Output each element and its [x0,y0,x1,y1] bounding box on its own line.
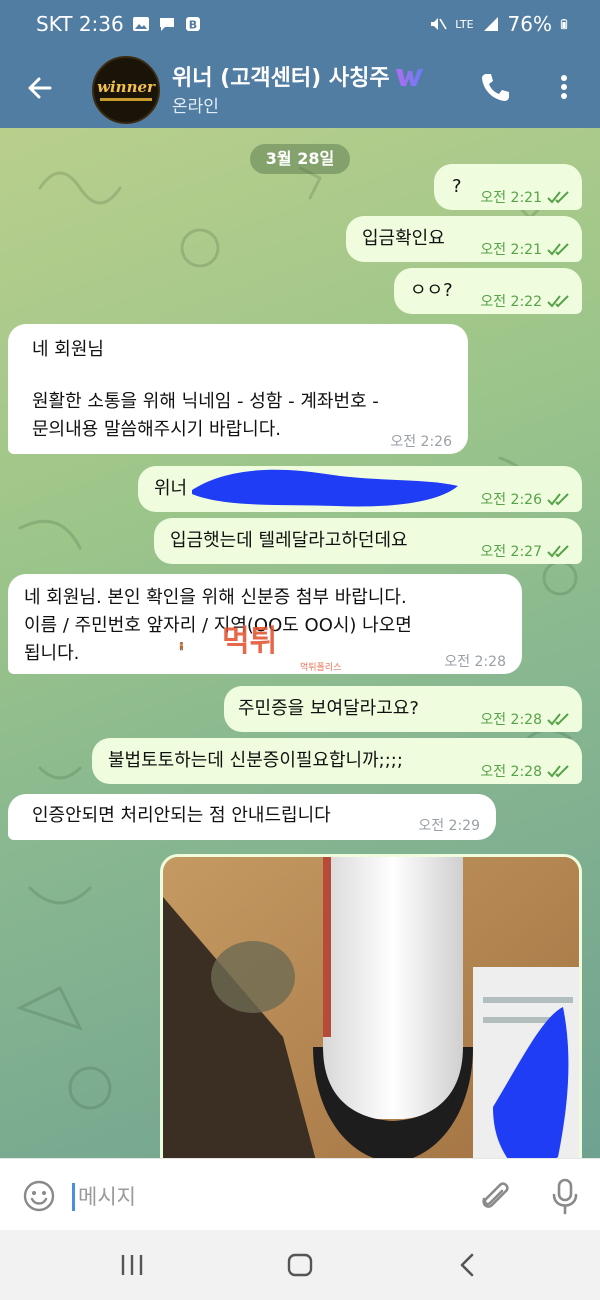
w-badge-icon [395,69,423,86]
message-line: 네 회원님. 본인 확인을 위해 신분증 첨부 바랍니다. [24,587,407,608]
svg-text:B: B [189,19,197,32]
online-status: 온라인 [172,97,219,117]
message-icon [159,18,174,31]
message-time: 오전 2:28 [480,706,572,734]
phone-icon[interactable] [478,70,512,104]
message-text: 위너 [154,478,188,499]
message-in[interactable]: 네 회원님 원활한 소통을 위해 닉네임 - 성함 - 계좌번호 - 문의내용 … [8,324,468,454]
status-time: SKT 2:36 [36,12,124,36]
double-check-icon [547,243,569,256]
status-bar: SKT 2:36 B LTE 76% [0,0,600,48]
chat-title-text: 위너 (고객센터) 사칭주 [172,66,390,91]
message-line: 됩니다. [24,643,80,664]
message-time-text: 오전 2:28 [480,712,542,728]
message-text: 불법토토하는데 신분증이필요합니까;;;; [108,750,403,771]
recent-apps-icon[interactable] [118,1252,146,1278]
redaction-scribble [192,469,458,507]
message-line: 원활한 소통을 위해 닉네임 - 성함 - 계좌번호 - [32,391,379,412]
double-check-icon [547,295,569,308]
message-time-text: 오전 2:21 [480,190,542,206]
message-time: 오전 2:21 [480,236,572,264]
avatar-logo: winner [97,78,155,96]
message-line: 네 회원님 [32,339,104,360]
message-input-bar: 메시지 [0,1158,600,1231]
double-check-icon [547,713,569,726]
microphone-icon[interactable] [548,1177,582,1215]
watermark-character-icon [179,642,184,651]
message-text: 입금햇는데 텔레달라고하던데요 [170,530,408,551]
date-chip: 3월 28일 [250,144,350,174]
message-out[interactable]: 입금햇는데 텔레달라고하던데요 오전 2:27 [154,518,582,564]
message-time: 오전 2:28 [444,654,506,670]
battery-icon [560,19,568,30]
home-icon[interactable] [286,1250,314,1280]
avatar[interactable]: winner [92,56,160,124]
message-out[interactable]: 주민증을 보여달라고요? 오전 2:28 [224,686,582,732]
avatar-underline [100,98,152,101]
double-check-icon [547,765,569,778]
message-out[interactable]: ㅇㅇ? 오전 2:22 [394,268,582,314]
emoji-icon[interactable] [22,1179,56,1213]
message-out[interactable]: 입금확인요 오전 2:21 [346,216,582,262]
double-check-icon [547,545,569,558]
message-time: 오전 2:22 [480,288,572,316]
message-text: 인증안되면 처리안되는 점 안내드립니다 [32,805,331,826]
double-check-icon [547,493,569,506]
message-text: 입금확인요 [362,228,445,249]
back-arrow-icon[interactable] [22,70,58,106]
message-time-text: 오전 2:28 [480,764,542,780]
network-label: LTE [455,17,474,31]
watermark-subtext: 먹튀폴리스 [300,663,342,673]
message-text: ? [452,176,462,197]
message-time: 오전 2:29 [418,818,480,834]
mute-icon [431,18,447,30]
more-options-icon[interactable] [552,70,576,104]
message-time: 오전 2:27 [480,538,572,566]
gallery-icon [132,17,149,31]
message-time-text: 오전 2:27 [480,544,542,560]
signal-icon [483,17,498,31]
message-time: 오전 2:26 [480,486,572,514]
message-time: 오전 2:26 [390,434,452,450]
message-time-text: 오전 2:22 [480,294,542,310]
message-out[interactable]: 불법토토하는데 신분증이필요합니까;;;; 오전 2:28 [92,738,582,784]
nav-back-icon[interactable] [454,1250,482,1280]
system-nav-bar [0,1230,600,1300]
message-in[interactable]: 인증안되면 처리안되는 점 안내드립니다 오전 2:29 [8,794,496,840]
double-check-icon [547,191,569,204]
chat-title[interactable]: 위너 (고객센터) 사칭주 [172,60,424,92]
photo-content [163,857,579,1158]
message-line: 문의내용 말씀해주시기 바랍니다. [32,419,282,440]
message-input[interactable]: 메시지 [78,1181,136,1211]
attach-icon[interactable] [478,1177,512,1215]
text-cursor [72,1183,75,1211]
message-text: ㅇㅇ? [410,280,453,301]
message-time-text: 오전 2:26 [480,492,542,508]
watermark-text: 먹튀 [222,624,278,659]
message-out[interactable]: ? 오전 2:21 [434,164,582,210]
message-text: 주민증을 보여달라고요? [238,698,419,719]
message-time: 오전 2:28 [480,758,572,786]
message-time: 오전 2:21 [480,184,572,212]
chat-area[interactable]: 3월 28일 ? 오전 2:21 입금확인요 오전 2:21 ㅇㅇ? 오전 2:… [0,128,600,1158]
b-app-icon: B [185,17,200,32]
photo-attachment[interactable] [160,854,582,1158]
battery-level: 76% [507,12,552,36]
message-time-text: 오전 2:21 [480,242,542,258]
chat-header: winner 위너 (고객센터) 사칭주 온라인 [0,48,600,128]
